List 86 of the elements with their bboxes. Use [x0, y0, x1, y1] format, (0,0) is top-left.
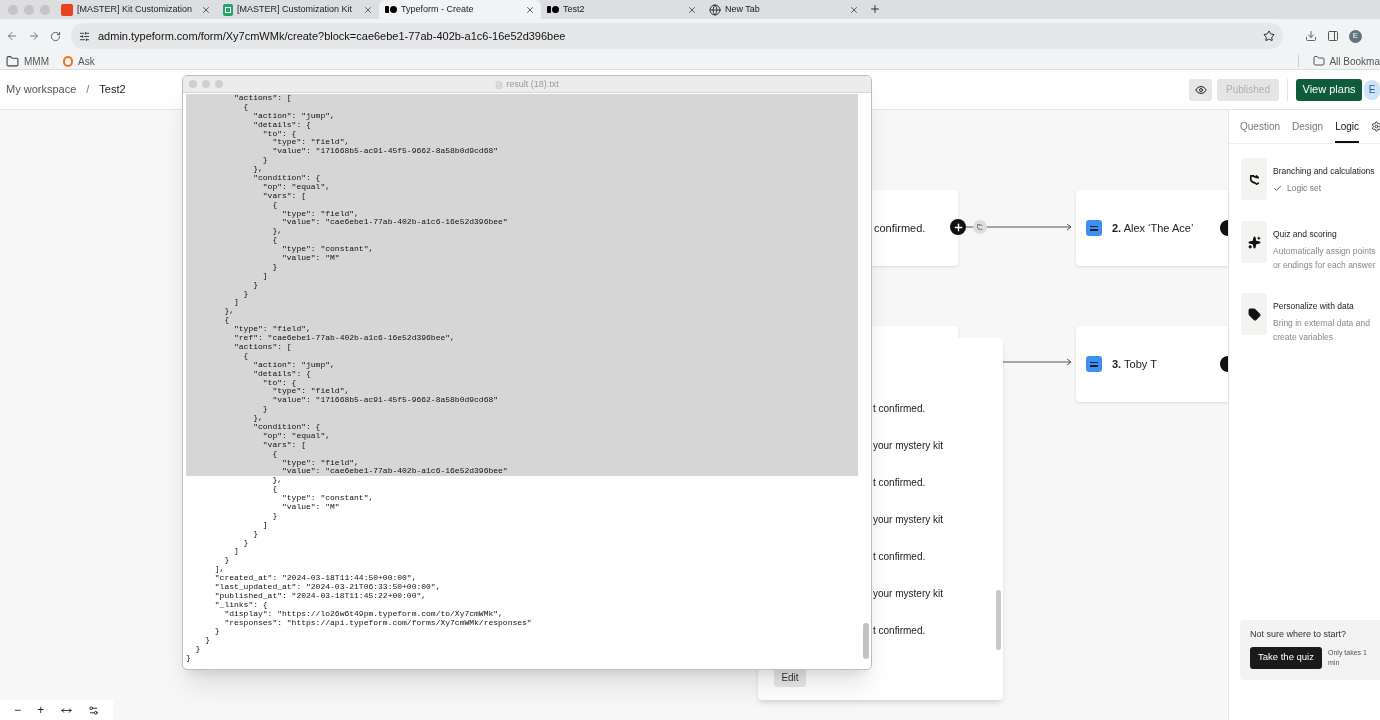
bookmark-star-icon[interactable]	[1263, 30, 1275, 42]
close-icon[interactable]	[525, 4, 535, 15]
node-card[interactable]: 2. Alex ‘The Ace’	[1076, 190, 1228, 266]
scrollbar[interactable]	[863, 623, 869, 659]
browser-tab[interactable]: [MASTER] Kit Customization	[55, 0, 217, 19]
bookmark-item[interactable]: MMM	[6, 53, 49, 69]
help-title: Not sure where to start?	[1250, 628, 1348, 641]
eye-icon	[1194, 83, 1207, 96]
breadcrumb-separator: /	[86, 82, 90, 98]
browser-tab[interactable]: Test2	[541, 0, 703, 19]
folder-icon	[6, 54, 19, 68]
feature-description: Bring in external data and create variables	[1273, 317, 1371, 344]
close-icon[interactable]	[363, 4, 373, 15]
feature-title: Quiz and scoring	[1273, 228, 1338, 241]
list-item[interactable]: t confirmed.	[873, 400, 1003, 437]
scrollbar[interactable]	[996, 590, 1001, 650]
sliders-icon[interactable]	[87, 704, 99, 716]
folder-icon	[1313, 55, 1326, 67]
list-item[interactable]: your mystery kit	[873, 511, 1003, 548]
user-avatar[interactable]: E	[1364, 79, 1380, 100]
breadcrumb-current: Test2	[99, 82, 126, 98]
connector-arrow	[1003, 358, 1072, 366]
list-item[interactable]: t confirmed.	[873, 622, 1003, 659]
branch-icon	[1247, 172, 1261, 186]
node-title: 3. Toby T	[1112, 356, 1157, 372]
tab-title: New Tab	[725, 2, 761, 16]
profile-avatar[interactable]: E	[1349, 29, 1362, 43]
view-plans-button[interactable]: View plans	[1296, 78, 1362, 101]
check-icon	[1273, 183, 1282, 193]
add-node-icon[interactable]	[950, 219, 966, 235]
list-item[interactable]: your mystery kit	[873, 585, 1003, 622]
logo-icon	[547, 6, 559, 13]
address-field[interactable]: admin.typeform.com/form/Xy7cmWMk/create?block=cae6ebe1-77ab-402b-a1c6-16e52d396bee	[71, 23, 1283, 49]
tab-title: [MASTER] Customization Kit	[237, 2, 354, 16]
node-card[interactable]: 3. Toby T	[1076, 326, 1228, 402]
url-text: admin.typeform.com/form/Xy7cmWMk/create?block=cae6ebe1-77ab-402b-a1c6-16e52d396bee	[98, 28, 567, 44]
feature-item[interactable]: Quiz and scoring Automatically assign points or endings for each answer	[1241, 221, 1380, 272]
branch-icon[interactable]	[973, 220, 987, 234]
feature-title: Personalize with data	[1273, 300, 1355, 313]
globe-icon	[709, 3, 721, 16]
feature-description: Automatically assign points or endings for each answer	[1273, 245, 1377, 272]
panel-tab[interactable]: Question	[1240, 111, 1281, 143]
app-icon	[61, 3, 73, 16]
document-icon	[495, 80, 504, 89]
list-item[interactable]: t confirmed.	[873, 548, 1003, 585]
node-title: 2. Alex ‘The Ace’	[1112, 220, 1194, 236]
tab-title: Typeform - Create	[401, 2, 475, 16]
back-icon[interactable]	[6, 30, 18, 42]
tab-title: Test2	[563, 2, 586, 16]
panel-tab[interactable]: Logic	[1335, 111, 1360, 143]
close-icon[interactable]	[687, 4, 697, 15]
logo-icon	[385, 6, 397, 13]
new-tab-icon[interactable]	[869, 3, 881, 15]
zoom-in-button[interactable]: +	[37, 704, 45, 716]
browser-tab[interactable]: [MASTER] Customization Kit	[217, 0, 379, 19]
browser-tab[interactable]: New Tab	[703, 0, 865, 19]
take-quiz-button[interactable]: Take the quiz	[1250, 646, 1322, 669]
panel-tab[interactable]: Design	[1292, 111, 1324, 143]
bookmark-icon	[63, 55, 73, 67]
feature-title: Branching and calculations	[1273, 165, 1375, 178]
close-icon[interactable]	[849, 4, 859, 15]
window-title: result (18).txt	[506, 77, 559, 91]
question-type-icon	[1086, 356, 1102, 372]
tag-icon	[1247, 307, 1261, 321]
spreadsheet-icon	[223, 3, 233, 16]
list-item[interactable]: t confirmed.	[873, 474, 1003, 511]
feature-status: Logic set	[1273, 181, 1375, 195]
preview-button[interactable]	[1189, 78, 1212, 101]
node-title: confirmed.	[874, 220, 926, 236]
breadcrumb-link[interactable]: My workspace	[6, 81, 77, 98]
download-icon[interactable]	[1305, 30, 1317, 42]
side-panel-icon[interactable]	[1327, 30, 1339, 42]
bookmark-item[interactable]: Ask	[63, 53, 95, 69]
feature-item[interactable]: Branching and calculations Logic set	[1241, 158, 1380, 200]
question-type-icon	[1086, 220, 1102, 236]
list-item[interactable]: your mystery kit	[873, 437, 1003, 474]
all-bookmarks-button[interactable]: All Bookma	[1313, 53, 1380, 69]
reload-icon[interactable]	[50, 30, 61, 42]
site-settings-icon[interactable]	[79, 30, 90, 42]
zoom-out-button[interactable]: −	[14, 704, 22, 716]
sparkle-icon	[1247, 235, 1261, 249]
tab-title: [MASTER] Kit Customization	[77, 2, 194, 16]
close-icon[interactable]	[201, 4, 211, 15]
browser-tab[interactable]: Typeform - Create	[379, 0, 541, 19]
settings-icon[interactable]	[1371, 121, 1380, 132]
feature-item[interactable]: Personalize with data Bring in external data and create variables	[1241, 293, 1380, 344]
